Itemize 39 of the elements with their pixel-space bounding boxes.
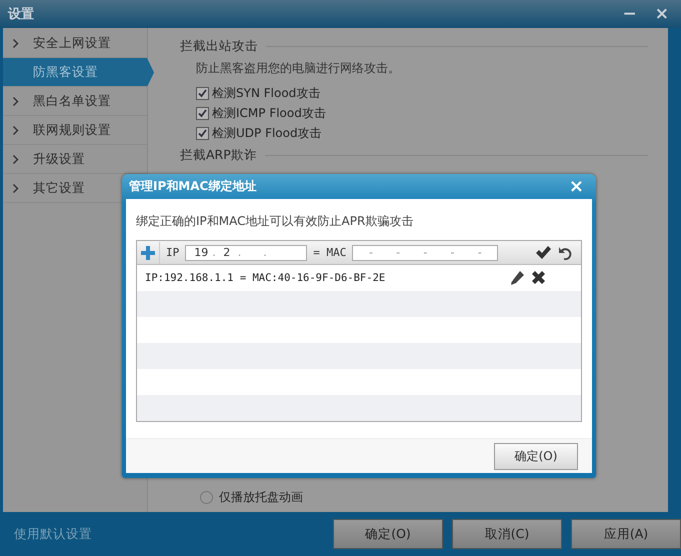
add-icon[interactable]	[141, 246, 155, 260]
restore-defaults-link[interactable]: 使用默认设置	[14, 526, 92, 542]
sidebar-item[interactable]: 防黑客设置	[3, 58, 154, 87]
checkbox[interactable]	[196, 126, 209, 140]
sidebar-item[interactable]: 联网规则设置	[3, 116, 147, 145]
close-button[interactable]: ×	[560, 176, 592, 196]
ok-button[interactable]: 确定(O)	[333, 519, 443, 549]
chevron-icon	[13, 126, 19, 134]
chevron-icon	[13, 96, 19, 106]
ok-button[interactable]: 确定(O)	[494, 442, 578, 470]
dialog-description: 绑定正确的IP和MAC地址可以有效防止APR欺骗攻击	[135, 213, 414, 230]
window-title: 设置	[8, 6, 34, 23]
checkbox-label: 检测UDP Flood攻击	[212, 124, 322, 142]
cancel-button[interactable]: 取消(C)	[452, 519, 562, 549]
delete-icon[interactable]	[532, 271, 545, 284]
mac-label: = MAC	[313, 246, 346, 259]
chevron-icon	[13, 184, 19, 192]
checkbox-label: 检测ICMP Flood攻击	[212, 104, 326, 122]
sidebar-item[interactable]: 黑白名单设置	[3, 87, 147, 116]
radio-button[interactable]	[200, 491, 213, 504]
checkbox[interactable]	[196, 106, 209, 120]
mac-address-field[interactable]: - - - - -	[352, 244, 498, 260]
ip-address-field[interactable]: 19 . 2 . .	[185, 244, 308, 260]
checkbox[interactable]	[196, 86, 209, 100]
chevron-icon	[13, 38, 19, 48]
undo-icon[interactable]	[557, 246, 573, 260]
chevron-icon	[13, 154, 19, 164]
checkbox-label: 检测SYN Flood攻击	[212, 84, 320, 102]
section-description: 防止黑客盗用您的电脑进行网络攻击。	[195, 60, 401, 77]
section-heading: 拦截ARP欺诈	[180, 146, 257, 164]
ip-label: IP	[166, 246, 180, 259]
binding-entry[interactable]: IP:192.168.1.1 = MAC:40-16-9F-D6-BF-2E	[145, 272, 386, 284]
checkmark-icon[interactable]	[535, 246, 551, 260]
close-button[interactable]: ×	[650, 4, 673, 24]
pencil-icon[interactable]	[510, 271, 524, 285]
section-heading: 拦截出站攻击	[180, 38, 258, 54]
minimize-button[interactable]: −	[618, 4, 641, 24]
radio-label: 仅播放托盘动画	[219, 489, 303, 506]
apply-button[interactable]: 应用(A)	[571, 519, 681, 549]
